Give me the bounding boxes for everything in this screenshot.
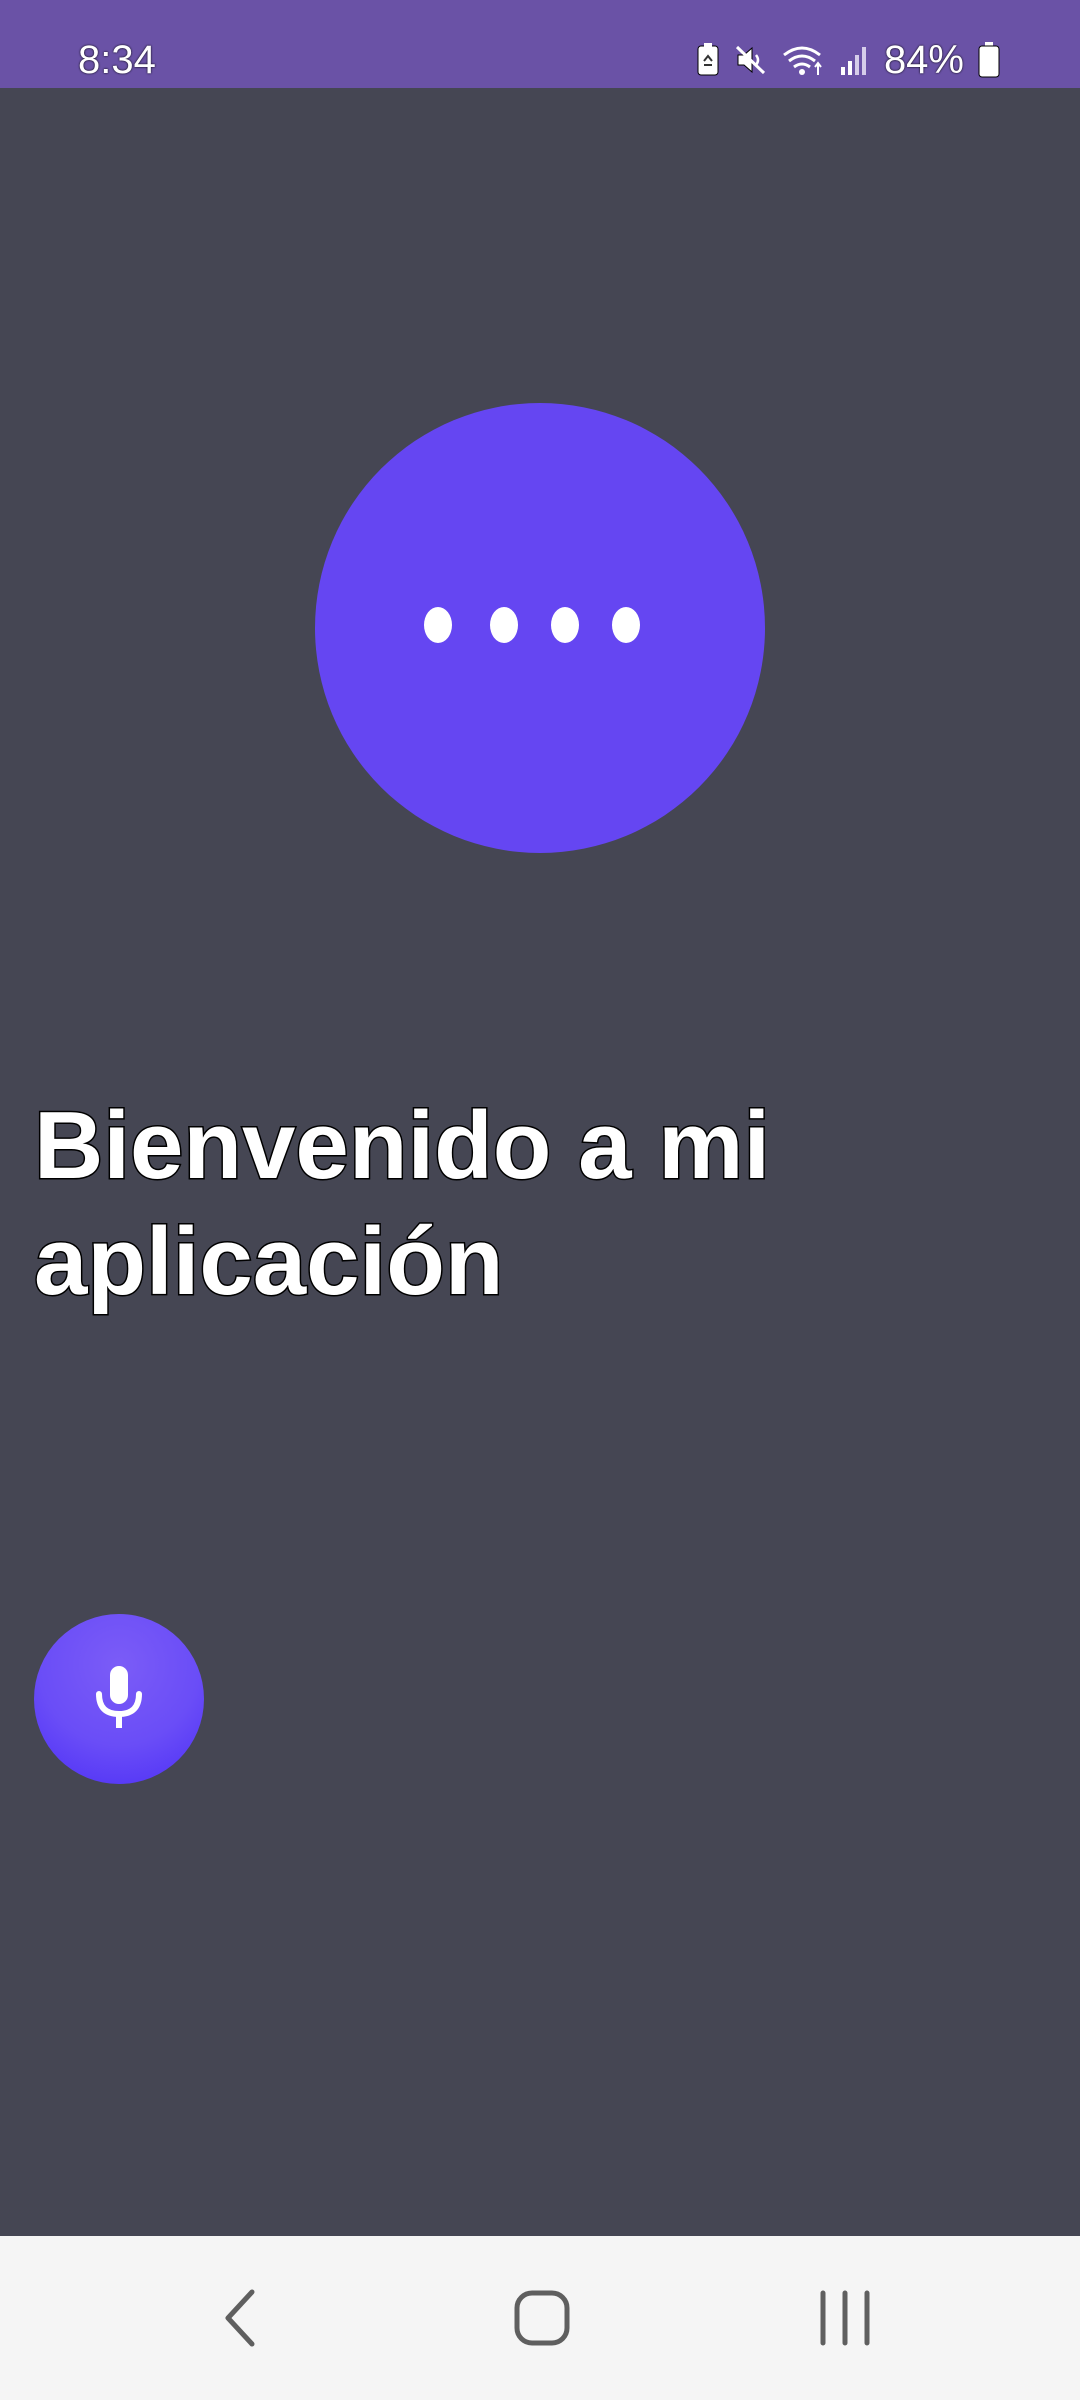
mute-icon [734, 43, 768, 77]
battery-saver-icon [696, 43, 720, 77]
signal-icon [840, 43, 870, 77]
back-button[interactable] [180, 2268, 300, 2368]
wifi-icon [782, 43, 826, 77]
status-bar: 8:34 84% [0, 0, 1080, 88]
welcome-title: Bienvenido a mi aplicación [33, 1091, 772, 1317]
recents-icon [820, 2290, 870, 2346]
navigation-bar [0, 2236, 1080, 2400]
battery-icon [978, 42, 1000, 78]
loader-dot [490, 607, 518, 643]
home-button[interactable] [482, 2268, 602, 2368]
loading-indicator [315, 403, 765, 853]
back-icon [225, 2289, 255, 2347]
home-icon [514, 2290, 570, 2346]
battery-percentage: 84% [883, 38, 964, 82]
recents-button[interactable] [785, 2268, 905, 2368]
loader-dot [551, 607, 579, 643]
status-time: 8:34 [78, 38, 156, 82]
loader-dot [424, 607, 452, 643]
status-icons: 84% [696, 34, 1000, 86]
microphone-button[interactable] [34, 1614, 204, 1784]
microphone-icon [96, 1666, 142, 1728]
main-content: Bienvenido a mi aplicación [0, 88, 1080, 2236]
loader-dot [612, 607, 640, 643]
